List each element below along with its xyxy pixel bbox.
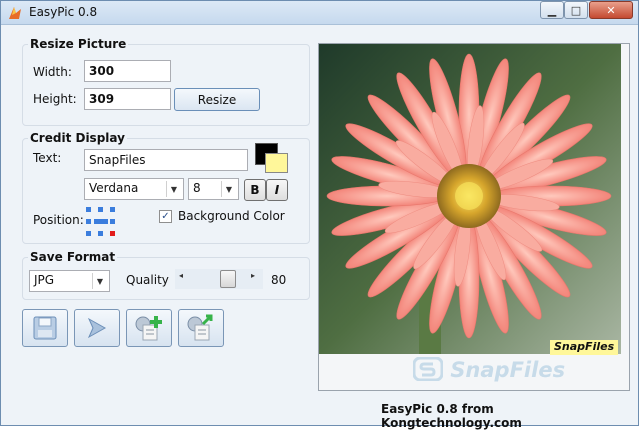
- slider-left-arrow-icon[interactable]: ◂: [179, 271, 183, 280]
- width-label: Width:: [33, 65, 72, 79]
- minimize-button[interactable]: ▁: [540, 1, 564, 19]
- chevron-down-icon: ▼: [92, 273, 107, 289]
- quality-slider[interactable]: [175, 269, 263, 289]
- chevron-down-icon: ▼: [166, 181, 181, 197]
- resize-picture-group: [22, 44, 310, 126]
- app-window: EasyPic 0.8 ▁ □ ✕ Resize Picture Width: …: [0, 0, 639, 430]
- quality-slider-thumb[interactable]: [220, 270, 236, 288]
- bold-button[interactable]: B: [244, 179, 266, 201]
- export-settings-icon: [187, 314, 213, 341]
- credit-text-input[interactable]: SnapFiles: [84, 149, 248, 171]
- credit-overlay: SnapFiles: [550, 340, 619, 355]
- save-format-title: Save Format: [28, 250, 118, 264]
- close-button[interactable]: ✕: [589, 1, 633, 19]
- font-select[interactable]: Verdana ▼: [84, 178, 184, 200]
- send-icon: [87, 317, 107, 339]
- export-settings-button[interactable]: [178, 309, 224, 347]
- background-color-swatch[interactable]: [265, 153, 288, 173]
- close-icon: ✕: [606, 3, 616, 17]
- save-icon: [33, 316, 57, 340]
- window-title: EasyPic 0.8: [29, 5, 98, 19]
- height-label: Height:: [33, 92, 77, 106]
- background-color-checkbox[interactable]: ✓: [159, 210, 172, 223]
- text-label: Text:: [33, 151, 62, 165]
- app-logo-icon: [9, 7, 21, 19]
- flower-preview-image: [319, 44, 621, 354]
- quality-label: Quality: [126, 273, 169, 287]
- italic-button[interactable]: I: [266, 179, 288, 201]
- add-settings-button[interactable]: [126, 309, 172, 347]
- font-select-value: Verdana: [89, 181, 139, 195]
- maximize-button[interactable]: □: [564, 1, 588, 19]
- maximize-icon: □: [570, 3, 582, 17]
- font-size-value: 8: [193, 181, 201, 195]
- format-select[interactable]: JPG ▼: [29, 270, 110, 292]
- minimize-icon: ▁: [547, 3, 557, 17]
- position-grid-icon[interactable]: [85, 206, 117, 238]
- snapfiles-watermark: SnapFiles: [412, 356, 566, 382]
- watermark-text: SnapFiles: [450, 358, 566, 382]
- height-input[interactable]: 309: [84, 88, 171, 110]
- chevron-down-icon: ▼: [221, 181, 236, 197]
- background-color-label: Background Color: [178, 209, 285, 223]
- credit-display-title: Credit Display: [28, 131, 127, 145]
- format-select-value: JPG: [34, 273, 55, 287]
- position-label: Position:: [33, 213, 84, 227]
- resize-picture-title: Resize Picture: [28, 37, 129, 51]
- title-bar[interactable]: EasyPic 0.8 ▁ □ ✕: [1, 1, 638, 25]
- quality-value: 80: [271, 273, 287, 287]
- resize-button[interactable]: Resize: [174, 88, 260, 111]
- save-button[interactable]: [22, 309, 68, 347]
- send-button[interactable]: [74, 309, 120, 347]
- font-size-select[interactable]: 8 ▼: [188, 178, 239, 200]
- width-input[interactable]: 300: [84, 60, 171, 82]
- snapfiles-logo-icon: [412, 356, 444, 382]
- add-settings-icon: [135, 316, 162, 341]
- slider-right-arrow-icon[interactable]: ▸: [251, 271, 255, 280]
